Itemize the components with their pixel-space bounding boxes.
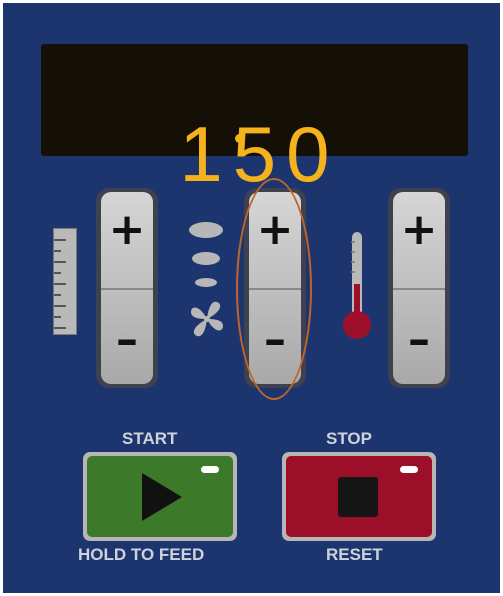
stop-button[interactable]	[282, 452, 436, 541]
speed-level-medium-icon	[192, 252, 220, 265]
rocker-divider	[393, 288, 445, 290]
length-rocker: + –	[96, 188, 158, 388]
rocker-divider	[101, 288, 153, 290]
display-decimal-point	[235, 134, 244, 143]
length-decrease-button[interactable]: –	[101, 310, 153, 370]
stop-indicator-led	[400, 466, 418, 473]
thermometer-icon	[343, 232, 371, 339]
hold-to-feed-label: HOLD TO FEED	[78, 545, 205, 564]
fan-speed-icon	[187, 220, 227, 340]
temperature-rocker: + –	[388, 188, 450, 388]
speed-level-high-icon	[189, 222, 223, 238]
reset-label: RESET	[326, 545, 383, 564]
temperature-rocker-face: + –	[393, 192, 445, 384]
play-icon	[142, 473, 182, 521]
stop-label: STOP	[326, 429, 372, 448]
start-label: START	[122, 429, 178, 448]
digital-display: 150	[41, 44, 468, 185]
fan-icon	[191, 301, 223, 337]
display-value: 150	[179, 110, 340, 185]
length-rocker-face: + –	[101, 192, 153, 384]
start-button-face	[87, 456, 233, 537]
temperature-decrease-button[interactable]: –	[393, 310, 445, 370]
start-button[interactable]	[83, 452, 237, 541]
stop-button-face	[286, 456, 432, 537]
start-indicator-led	[201, 466, 219, 473]
highlight-ring	[236, 178, 312, 400]
temperature-increase-button[interactable]: +	[393, 200, 445, 260]
ruler-icon	[53, 228, 77, 335]
stop-square-icon	[338, 477, 378, 517]
length-increase-button[interactable]: +	[101, 200, 153, 260]
speed-level-low-icon	[195, 278, 217, 287]
